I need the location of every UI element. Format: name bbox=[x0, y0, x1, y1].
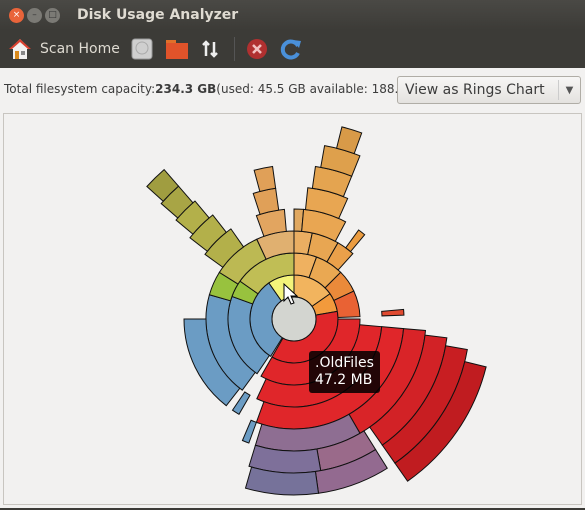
capacity-label: Total filesystem capacity: bbox=[4, 82, 156, 96]
tooltip: .OldFiles 47.2 MB bbox=[309, 351, 380, 393]
ring-segment[interactable] bbox=[241, 419, 258, 444]
harddisk-icon[interactable] bbox=[130, 37, 154, 61]
ring-segment[interactable] bbox=[345, 229, 366, 253]
minimize-button[interactable]: – bbox=[27, 7, 42, 23]
view-mode-select[interactable]: View as Rings Chart ▼ bbox=[397, 76, 581, 104]
close-button[interactable]: × bbox=[9, 7, 24, 23]
rings-chart-svg[interactable] bbox=[4, 114, 583, 506]
folder-icon[interactable] bbox=[164, 37, 190, 61]
ring-segment[interactable] bbox=[253, 165, 277, 193]
toolbar: Scan Home bbox=[0, 30, 585, 68]
updown-arrows-icon[interactable] bbox=[200, 39, 220, 59]
tooltip-size: 47.2 MB bbox=[315, 372, 373, 388]
tooltip-name: .OldFiles bbox=[315, 355, 374, 371]
main-content: Total filesystem capacity: 234.3 GB (use… bbox=[0, 68, 585, 508]
title-bar: × – □ Disk Usage Analyzer bbox=[0, 0, 585, 30]
stop-icon[interactable] bbox=[245, 37, 269, 61]
toolbar-separator bbox=[233, 37, 235, 61]
refresh-icon[interactable] bbox=[279, 37, 303, 61]
ring-segment[interactable] bbox=[381, 308, 405, 317]
capacity-value: 234.3 GB bbox=[155, 82, 217, 96]
chevron-down-icon: ▼ bbox=[558, 80, 580, 100]
ring-segment[interactable] bbox=[252, 187, 280, 216]
maximize-button[interactable]: □ bbox=[45, 7, 60, 23]
scan-home-label: Scan Home bbox=[40, 41, 120, 57]
ring-segment[interactable] bbox=[231, 391, 251, 415]
scan-home-button[interactable]: Scan Home bbox=[8, 37, 120, 61]
ring-segment[interactable] bbox=[335, 126, 363, 155]
rings-chart[interactable]: .OldFiles 47.2 MB bbox=[3, 113, 582, 505]
view-mode-value: View as Rings Chart bbox=[405, 82, 545, 98]
home-icon bbox=[9, 39, 31, 59]
root-circle[interactable] bbox=[271, 296, 317, 342]
window-title: Disk Usage Analyzer bbox=[77, 7, 239, 23]
